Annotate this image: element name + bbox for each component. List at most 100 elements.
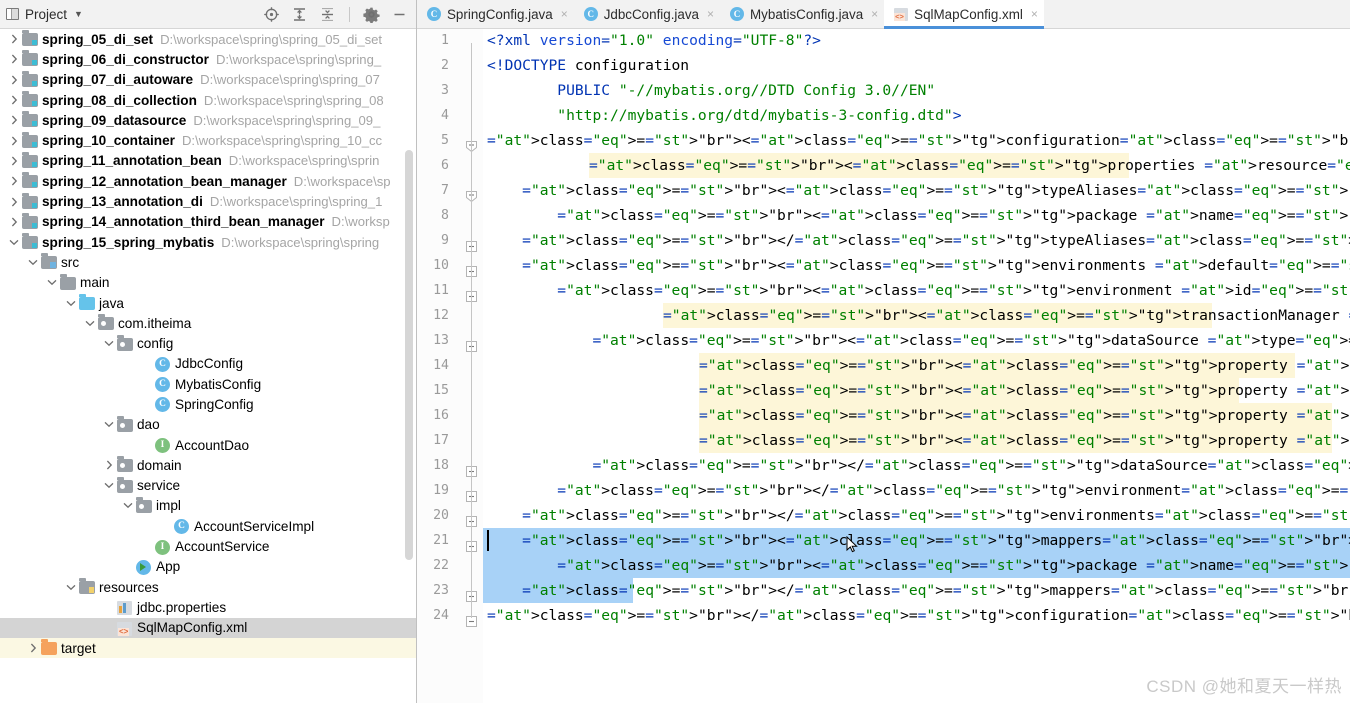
tree-item-app[interactable]: App bbox=[0, 557, 416, 577]
tree-item-service[interactable]: service bbox=[0, 476, 416, 496]
tree-item-spring-11-annotation-bean[interactable]: spring_11_annotation_bean D:\workspace\sp… bbox=[0, 151, 416, 171]
tree-item-spring-09-datasource[interactable]: spring_09_datasource D:\workspace\spring\… bbox=[0, 110, 416, 130]
project-tree[interactable]: spring_05_di_set D:\workspace\spring\spri… bbox=[0, 29, 416, 659]
chevron-down-icon[interactable] bbox=[101, 482, 117, 489]
tree-item-jdbcconfig[interactable]: C JdbcConfig bbox=[0, 354, 416, 374]
tree-item-sqlmapconfig-xml[interactable]: SqlMapConfig.xml bbox=[0, 617, 416, 638]
chevron-down-icon[interactable] bbox=[63, 584, 79, 591]
code-line[interactable]: ="at">class="eq">=="st">"br"></="at">cla… bbox=[483, 453, 1350, 478]
tree-item-config[interactable]: config bbox=[0, 333, 416, 353]
code-line[interactable]: ="at">class="eq">=="st">"br"><="at">clas… bbox=[483, 553, 1350, 578]
close-icon[interactable]: × bbox=[561, 7, 568, 21]
chevron-right-icon[interactable] bbox=[6, 197, 22, 207]
tree-item-accountservice[interactable]: I AccountService bbox=[0, 536, 416, 556]
code-line[interactable]: ="at">class="eq">=="st">"br"><="at">clas… bbox=[663, 303, 1350, 328]
tree-item-spring-13-annotation-di[interactable]: spring_13_annotation_di D:\workspace\spri… bbox=[0, 191, 416, 211]
tree-item-jdbc-properties[interactable]: jdbc.properties bbox=[0, 597, 416, 617]
code-line[interactable]: ="at">class="eq">=="st">"br"><="at">clas… bbox=[483, 328, 1350, 353]
chevron-down-icon[interactable] bbox=[44, 279, 60, 286]
tree-item-impl[interactable]: impl bbox=[0, 496, 416, 516]
tree-item-main[interactable]: main bbox=[0, 273, 416, 293]
tree-item-spring-08-di-collection[interactable]: spring_08_di_collection D:\workspace\spri… bbox=[0, 90, 416, 110]
tree-item-domain[interactable]: domain bbox=[0, 455, 416, 475]
chevron-right-icon[interactable] bbox=[25, 643, 41, 653]
editor-tab-jdbcconfig-java[interactable]: C JdbcConfig.java × bbox=[573, 0, 721, 28]
chevron-down-icon[interactable] bbox=[82, 320, 98, 327]
chevron-down-icon[interactable] bbox=[6, 239, 22, 246]
chevron-right-icon[interactable] bbox=[6, 156, 22, 166]
line-number: 21 bbox=[433, 533, 449, 548]
tree-item-label: config bbox=[137, 336, 174, 352]
code-line[interactable]: ="at">class="eq">=="st">"br"></="at">cla… bbox=[483, 603, 1350, 628]
chevron-right-icon[interactable] bbox=[6, 136, 22, 146]
tree-item-spring-07-di-autoware[interactable]: spring_07_di_autoware D:\workspace\spring… bbox=[0, 70, 416, 90]
chevron-right-icon[interactable] bbox=[6, 176, 22, 186]
code-line[interactable]: ="at">class="eq">=="st">"br"></="at">cla… bbox=[483, 503, 1350, 528]
chevron-right-icon[interactable] bbox=[6, 217, 22, 227]
tree-item-resources[interactable]: resources bbox=[0, 577, 416, 597]
gear-icon[interactable] bbox=[363, 6, 380, 24]
code-line[interactable]: ="at">class="eq">=="st">"br"><="at">clas… bbox=[483, 128, 1350, 153]
chevron-right-icon[interactable] bbox=[6, 34, 22, 44]
tree-item-src[interactable]: src bbox=[0, 252, 416, 272]
tree-item-spring-10-container[interactable]: spring_10_container D:\workspace\spring\s… bbox=[0, 130, 416, 150]
project-panel-scrollbar[interactable] bbox=[405, 150, 413, 560]
close-icon[interactable]: × bbox=[1031, 7, 1038, 21]
chevron-right-icon[interactable] bbox=[6, 54, 22, 64]
tree-item-dao[interactable]: dao bbox=[0, 415, 416, 435]
close-icon[interactable]: × bbox=[707, 7, 714, 21]
chevron-down-icon[interactable] bbox=[63, 300, 79, 307]
tree-item-accountdao[interactable]: I AccountDao bbox=[0, 435, 416, 455]
code-line[interactable]: ="at">class="eq">=="st">"br"><="at">clas… bbox=[699, 428, 1350, 453]
chevron-down-icon[interactable] bbox=[101, 340, 117, 347]
code-line[interactable]: ="at">class="eq">=="st">"br"><="at">clas… bbox=[483, 528, 1350, 553]
code-line[interactable]: ="at">class="eq">=="st">"br"><="at">clas… bbox=[699, 403, 1350, 428]
chevron-right-icon[interactable] bbox=[6, 115, 22, 125]
chevron-down-icon[interactable] bbox=[101, 421, 117, 428]
code-line[interactable]: "http://mybatis.org/dtd/mybatis-3-config… bbox=[483, 103, 1350, 128]
code-line[interactable]: ="at">class="eq">=="st">"br"><="at">clas… bbox=[483, 203, 1350, 228]
minimize-icon[interactable] bbox=[391, 6, 408, 23]
code-line[interactable]: ="at">class="eq">=="st">"br"><="at">clas… bbox=[699, 378, 1350, 403]
editor-tab-sqlmapconfig-xml[interactable]: SqlMapConfig.xml × bbox=[884, 0, 1044, 29]
code-line[interactable]: ="at">class="eq">=="st">"br"><="at">clas… bbox=[483, 278, 1350, 303]
tree-item-springconfig[interactable]: C SpringConfig bbox=[0, 394, 416, 414]
editor-gutter[interactable]: 1 2 3 4 5 6 7 8 9 10 11 12 13 14 15 16 17 18 19 20 21 22 23 24 bbox=[417, 29, 483, 703]
tree-item-java[interactable]: java bbox=[0, 293, 416, 313]
code-editor[interactable]: 1 2 3 4 5 6 7 8 9 10 11 12 13 14 15 16 17 18 19 20 21 22 23 24 … bbox=[417, 29, 1350, 703]
code-line[interactable]: ="at">class="eq">=="st">"br"></="at">cla… bbox=[483, 578, 1350, 603]
chevron-right-icon[interactable] bbox=[6, 95, 22, 105]
code-line[interactable]: ="at">class="eq">=="st">"br"><="at">clas… bbox=[589, 153, 1350, 178]
expand-all-icon[interactable] bbox=[291, 6, 308, 23]
tree-item-spring-12-annotation-bean-manager[interactable]: spring_12_annotation_bean_manager D:\work… bbox=[0, 171, 416, 191]
tree-item-mybatisconfig[interactable]: C MybatisConfig bbox=[0, 374, 416, 394]
chevron-down-icon[interactable] bbox=[25, 259, 41, 266]
code-line[interactable]: ="at">class="eq">=="st">"br"><="at">clas… bbox=[699, 353, 1350, 378]
code-line[interactable]: PUBLIC "-//mybatis.org//DTD Config 3.0//… bbox=[483, 78, 1350, 103]
close-icon[interactable]: × bbox=[871, 7, 878, 21]
code-line[interactable]: ="at">class="eq">=="st">"br"><="at">clas… bbox=[483, 253, 1350, 278]
tree-item-com-itheima[interactable]: com.itheima bbox=[0, 313, 416, 333]
locate-icon[interactable] bbox=[263, 6, 280, 23]
chevron-down-icon[interactable] bbox=[120, 502, 136, 509]
chevron-right-icon[interactable] bbox=[101, 460, 117, 470]
tree-item-spring-15-spring-mybatis[interactable]: spring_15_spring_mybatis D:\workspace\spr… bbox=[0, 232, 416, 252]
code-line[interactable]: ="at">class="eq">=="st">"br"><="at">clas… bbox=[483, 178, 1350, 203]
chevron-down-icon[interactable]: ▼ bbox=[74, 9, 83, 19]
code-line[interactable]: <!DOCTYPE configuration bbox=[483, 53, 1350, 78]
tree-item-spring-14-annotation-third-bean-manager[interactable]: spring_14_annotation_third_bean_manager D… bbox=[0, 212, 416, 232]
chevron-right-icon[interactable] bbox=[6, 75, 22, 85]
code-line[interactable]: <?xml version="1.0" encoding="UTF-8"?> bbox=[483, 29, 1350, 53]
tree-item-spring-05-di-set[interactable]: spring_05_di_set D:\workspace\spring\spri… bbox=[0, 29, 416, 49]
code-line[interactable]: ="at">class="eq">=="st">"br"></="at">cla… bbox=[483, 228, 1350, 253]
editor-tab-springconfig-java[interactable]: C SpringConfig.java × bbox=[417, 0, 574, 28]
project-panel-title: Project bbox=[25, 6, 68, 22]
collapse-all-icon[interactable] bbox=[319, 6, 336, 23]
tree-item-spring-06-di-constructor[interactable]: spring_06_di_constructor D:\workspace\spr… bbox=[0, 49, 416, 69]
code-content[interactable]: <?xml version="1.0" encoding="UTF-8"?> <!… bbox=[483, 29, 1350, 703]
tree-item-accountserviceimpl[interactable]: C AccountServiceImpl bbox=[0, 516, 416, 536]
code-line[interactable]: ="at">class="eq">=="st">"br"></="at">cla… bbox=[483, 478, 1350, 503]
tree-item-target[interactable]: target bbox=[0, 637, 416, 659]
editor-tab-mybatisconfig-java[interactable]: C MybatisConfig.java × bbox=[720, 0, 885, 28]
tree-item-path: D:\workspace\spring\spring_1 bbox=[209, 194, 383, 210]
